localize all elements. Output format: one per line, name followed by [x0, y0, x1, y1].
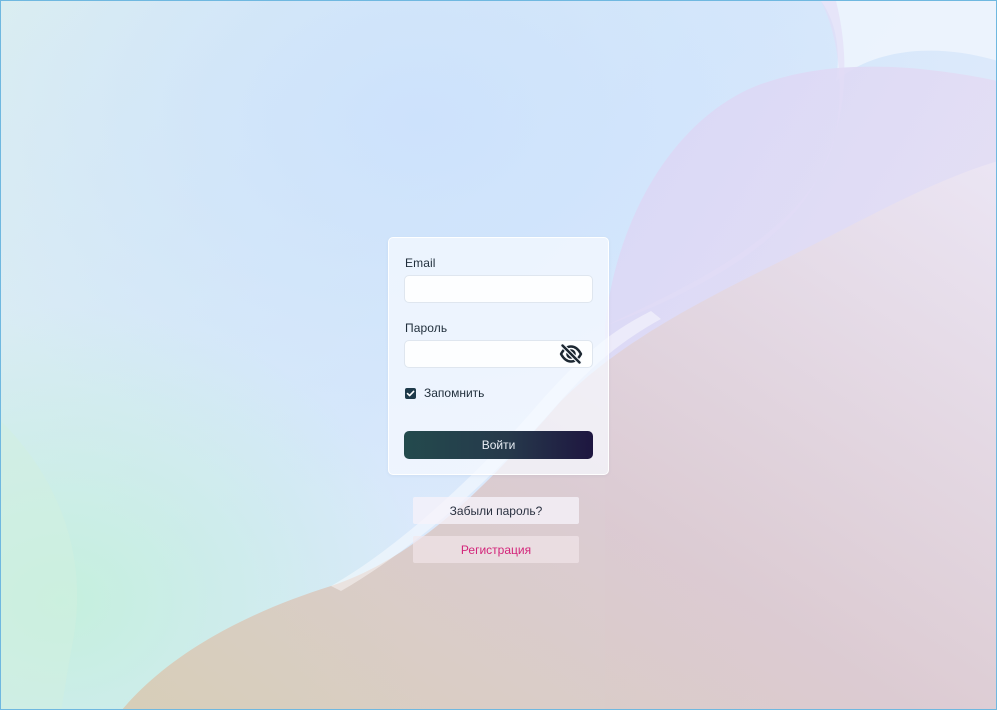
forgot-password-button[interactable]: Забыли пароль?	[413, 497, 579, 524]
login-page: Email Пароль Запомнить Войти Забыли паро…	[0, 0, 997, 710]
eye-slash-icon[interactable]	[558, 344, 584, 364]
email-label: Email	[405, 256, 436, 270]
login-button[interactable]: Войти	[404, 431, 593, 459]
remember-me-checkbox[interactable]: Запомнить	[405, 386, 484, 400]
checkbox-checked-icon[interactable]	[405, 387, 416, 399]
register-button[interactable]: Регистрация	[413, 536, 579, 563]
password-label: Пароль	[405, 321, 448, 335]
email-field[interactable]	[404, 275, 593, 303]
login-form: Email Пароль Запомнить Войти	[388, 237, 609, 475]
remember-me-label: Запомнить	[424, 386, 485, 400]
